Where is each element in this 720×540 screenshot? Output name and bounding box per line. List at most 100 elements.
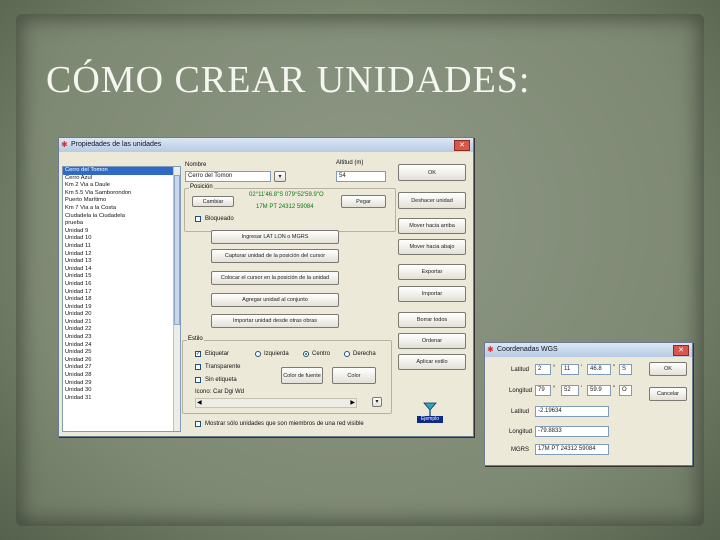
- lon-seconds[interactable]: 59.9: [587, 385, 611, 396]
- lat-degrees[interactable]: 2: [535, 364, 551, 375]
- color-button[interactable]: Color: [332, 367, 376, 384]
- list-item[interactable]: Ciudadela la Ciudadela: [63, 213, 180, 221]
- lon-deg-symbol: °: [553, 386, 556, 392]
- color-fuente-button[interactable]: Color de fuente: [281, 367, 323, 384]
- radio-derecha[interactable]: [344, 351, 350, 357]
- agregar-conjunto-button[interactable]: Agregar unidad al conjunto: [211, 293, 339, 307]
- lat-hemisphere[interactable]: S: [619, 364, 632, 375]
- list-item[interactable]: Unidad 11: [63, 243, 180, 251]
- coord-close-icon[interactable]: ✕: [673, 345, 689, 356]
- ordenar-button[interactable]: Ordenar: [398, 333, 466, 349]
- capturar-cursor-button[interactable]: Capturar unidad de la posición del curso…: [211, 249, 339, 263]
- borrar-todos-button[interactable]: Borrar todos: [398, 312, 466, 328]
- cambiar-button[interactable]: Cambiar: [192, 196, 234, 207]
- list-item[interactable]: Unidad 19: [63, 304, 180, 312]
- exportar-button[interactable]: Exportar: [398, 264, 466, 280]
- list-item[interactable]: Unidad 30: [63, 387, 180, 395]
- pegar-button[interactable]: Pegar: [341, 195, 386, 208]
- list-item[interactable]: Unidad 20: [63, 311, 180, 319]
- importar-otras-button[interactable]: Importar unidad desde otras obras: [211, 314, 339, 328]
- list-item[interactable]: Unidad 25: [63, 349, 180, 357]
- scroll-left-icon[interactable]: ◀: [197, 399, 202, 406]
- colocar-cursor-button[interactable]: Colocar el cursor en la posición de la u…: [211, 271, 339, 285]
- radio-izquierda[interactable]: [255, 351, 261, 357]
- coord-titlebar[interactable]: ✱ Coordenadas WGS ✕: [485, 343, 692, 357]
- list-item[interactable]: Unidad 27: [63, 364, 180, 372]
- list-item[interactable]: Cerro del Tomon: [63, 167, 180, 175]
- unit-list[interactable]: Cerro del Tomon Cerro Azul Km 2 Via a Daul…: [62, 166, 181, 432]
- list-item[interactable]: Unidad 13: [63, 258, 180, 266]
- etiquetar-checkbox[interactable]: ✓: [195, 351, 201, 357]
- list-item[interactable]: Unidad 14: [63, 266, 180, 274]
- nombre-dropdown-button[interactable]: ▾: [274, 171, 286, 182]
- slide-title: CÓMO CREAR UNIDADES:: [46, 59, 531, 101]
- transparente-checkbox[interactable]: [195, 364, 201, 370]
- sin-etiqueta-checkbox[interactable]: [195, 377, 201, 383]
- icon-scrollbar[interactable]: ◀ ▶: [195, 398, 357, 408]
- list-item[interactable]: Unidad 17: [63, 289, 180, 297]
- bloqueado-checkbox[interactable]: [195, 216, 201, 222]
- list-scrollbar[interactable]: [173, 167, 180, 431]
- altitud-input[interactable]: 54: [336, 171, 386, 182]
- list-item[interactable]: Unidad 12: [63, 251, 180, 259]
- ingresar-latlon-button[interactable]: Ingresar LAT LON o MGRS: [211, 230, 339, 244]
- bloqueado-label: Bloqueado: [205, 216, 234, 222]
- list-item[interactable]: Km 5.5 Via Samborondon: [63, 190, 180, 198]
- ok-button[interactable]: OK: [398, 164, 466, 181]
- nombre-input[interactable]: Cerro del Tomon: [185, 171, 271, 182]
- deshacer-button[interactable]: Deshacer unidad: [398, 192, 466, 209]
- scroll-thumb[interactable]: [174, 175, 180, 325]
- list-item[interactable]: Unidad 16: [63, 281, 180, 289]
- antenna-icon: [423, 402, 437, 416]
- lon-decimal-input[interactable]: -79.8833: [535, 426, 609, 437]
- list-item[interactable]: Unidad 10: [63, 235, 180, 243]
- list-item[interactable]: Cerro Azul: [63, 175, 180, 183]
- close-icon[interactable]: ✕: [454, 140, 470, 151]
- lat-decimal-input[interactable]: -2.19634: [535, 406, 609, 417]
- list-item[interactable]: Unidad 21: [63, 319, 180, 327]
- list-item[interactable]: Km 7 Via a la Costa: [63, 205, 180, 213]
- list-item[interactable]: Km 2 Via a Daule: [63, 182, 180, 190]
- list-item[interactable]: prueba: [63, 220, 180, 228]
- list-item[interactable]: Puerto Marítimo: [63, 197, 180, 205]
- lon-hemisphere[interactable]: O: [619, 385, 632, 396]
- list-item[interactable]: Unidad 15: [63, 273, 180, 281]
- sin-etiqueta-label: Sin etiqueta: [205, 377, 237, 383]
- coords-mgrs-text: 17M PT 24312 59084: [256, 204, 314, 210]
- lon-minutes[interactable]: 52: [561, 385, 579, 396]
- list-item[interactable]: Unidad 9: [63, 228, 180, 236]
- radio-centro[interactable]: [303, 351, 309, 357]
- lat-sec-symbol: ": [613, 365, 616, 371]
- mgrs-label: MGRS: [511, 447, 529, 453]
- list-item[interactable]: Unidad 31: [63, 395, 180, 403]
- window-title: Propiedades de las unidades: [71, 141, 162, 148]
- list-item[interactable]: Unidad 26: [63, 357, 180, 365]
- coord-window-title: Coordenadas WGS: [497, 346, 558, 353]
- lat-minutes[interactable]: 11: [561, 364, 579, 375]
- list-item[interactable]: Unidad 29: [63, 380, 180, 388]
- list-item[interactable]: Unidad 23: [63, 334, 180, 342]
- list-item[interactable]: Unidad 28: [63, 372, 180, 380]
- altitud-label: Altitud (m): [336, 160, 364, 166]
- coords-dms-text: 02°11'46.8"S 079°52'59.9"O: [249, 192, 324, 198]
- etiquetar-label: Etiquetar: [205, 351, 230, 357]
- lon-degrees[interactable]: 79: [535, 385, 551, 396]
- importar-button[interactable]: Importar: [398, 286, 466, 302]
- coord-ok-button[interactable]: OK: [649, 362, 687, 376]
- list-item[interactable]: Unidad 18: [63, 296, 180, 304]
- mover-abajo-button[interactable]: Mover hacia abajo: [398, 239, 466, 255]
- mover-arriba-button[interactable]: Mover hacia arriba: [398, 218, 466, 234]
- window-titlebar[interactable]: ✱ Propiedades de las unidades ✕: [59, 138, 473, 152]
- scroll-right-icon[interactable]: ▶: [350, 399, 355, 406]
- transparente-label: Transparente: [205, 364, 241, 370]
- list-item[interactable]: Unidad 24: [63, 342, 180, 350]
- coord-window: ✱ Coordenadas WGS ✕ Latitud 2 ° 11 ' 46.…: [484, 342, 693, 466]
- list-item[interactable]: Unidad 22: [63, 326, 180, 334]
- mostrar-checkbox[interactable]: [195, 421, 201, 427]
- icon-picker-button[interactable]: ▾: [372, 397, 382, 407]
- mgrs-input[interactable]: 17M PT 24312 59084: [535, 444, 609, 455]
- lat-seconds[interactable]: 46.8: [587, 364, 611, 375]
- coord-cancel-button[interactable]: Cancelar: [649, 387, 687, 401]
- nombre-label: Nombre: [185, 162, 207, 168]
- aplicar-estilo-button[interactable]: Aplicar estilo: [398, 354, 466, 370]
